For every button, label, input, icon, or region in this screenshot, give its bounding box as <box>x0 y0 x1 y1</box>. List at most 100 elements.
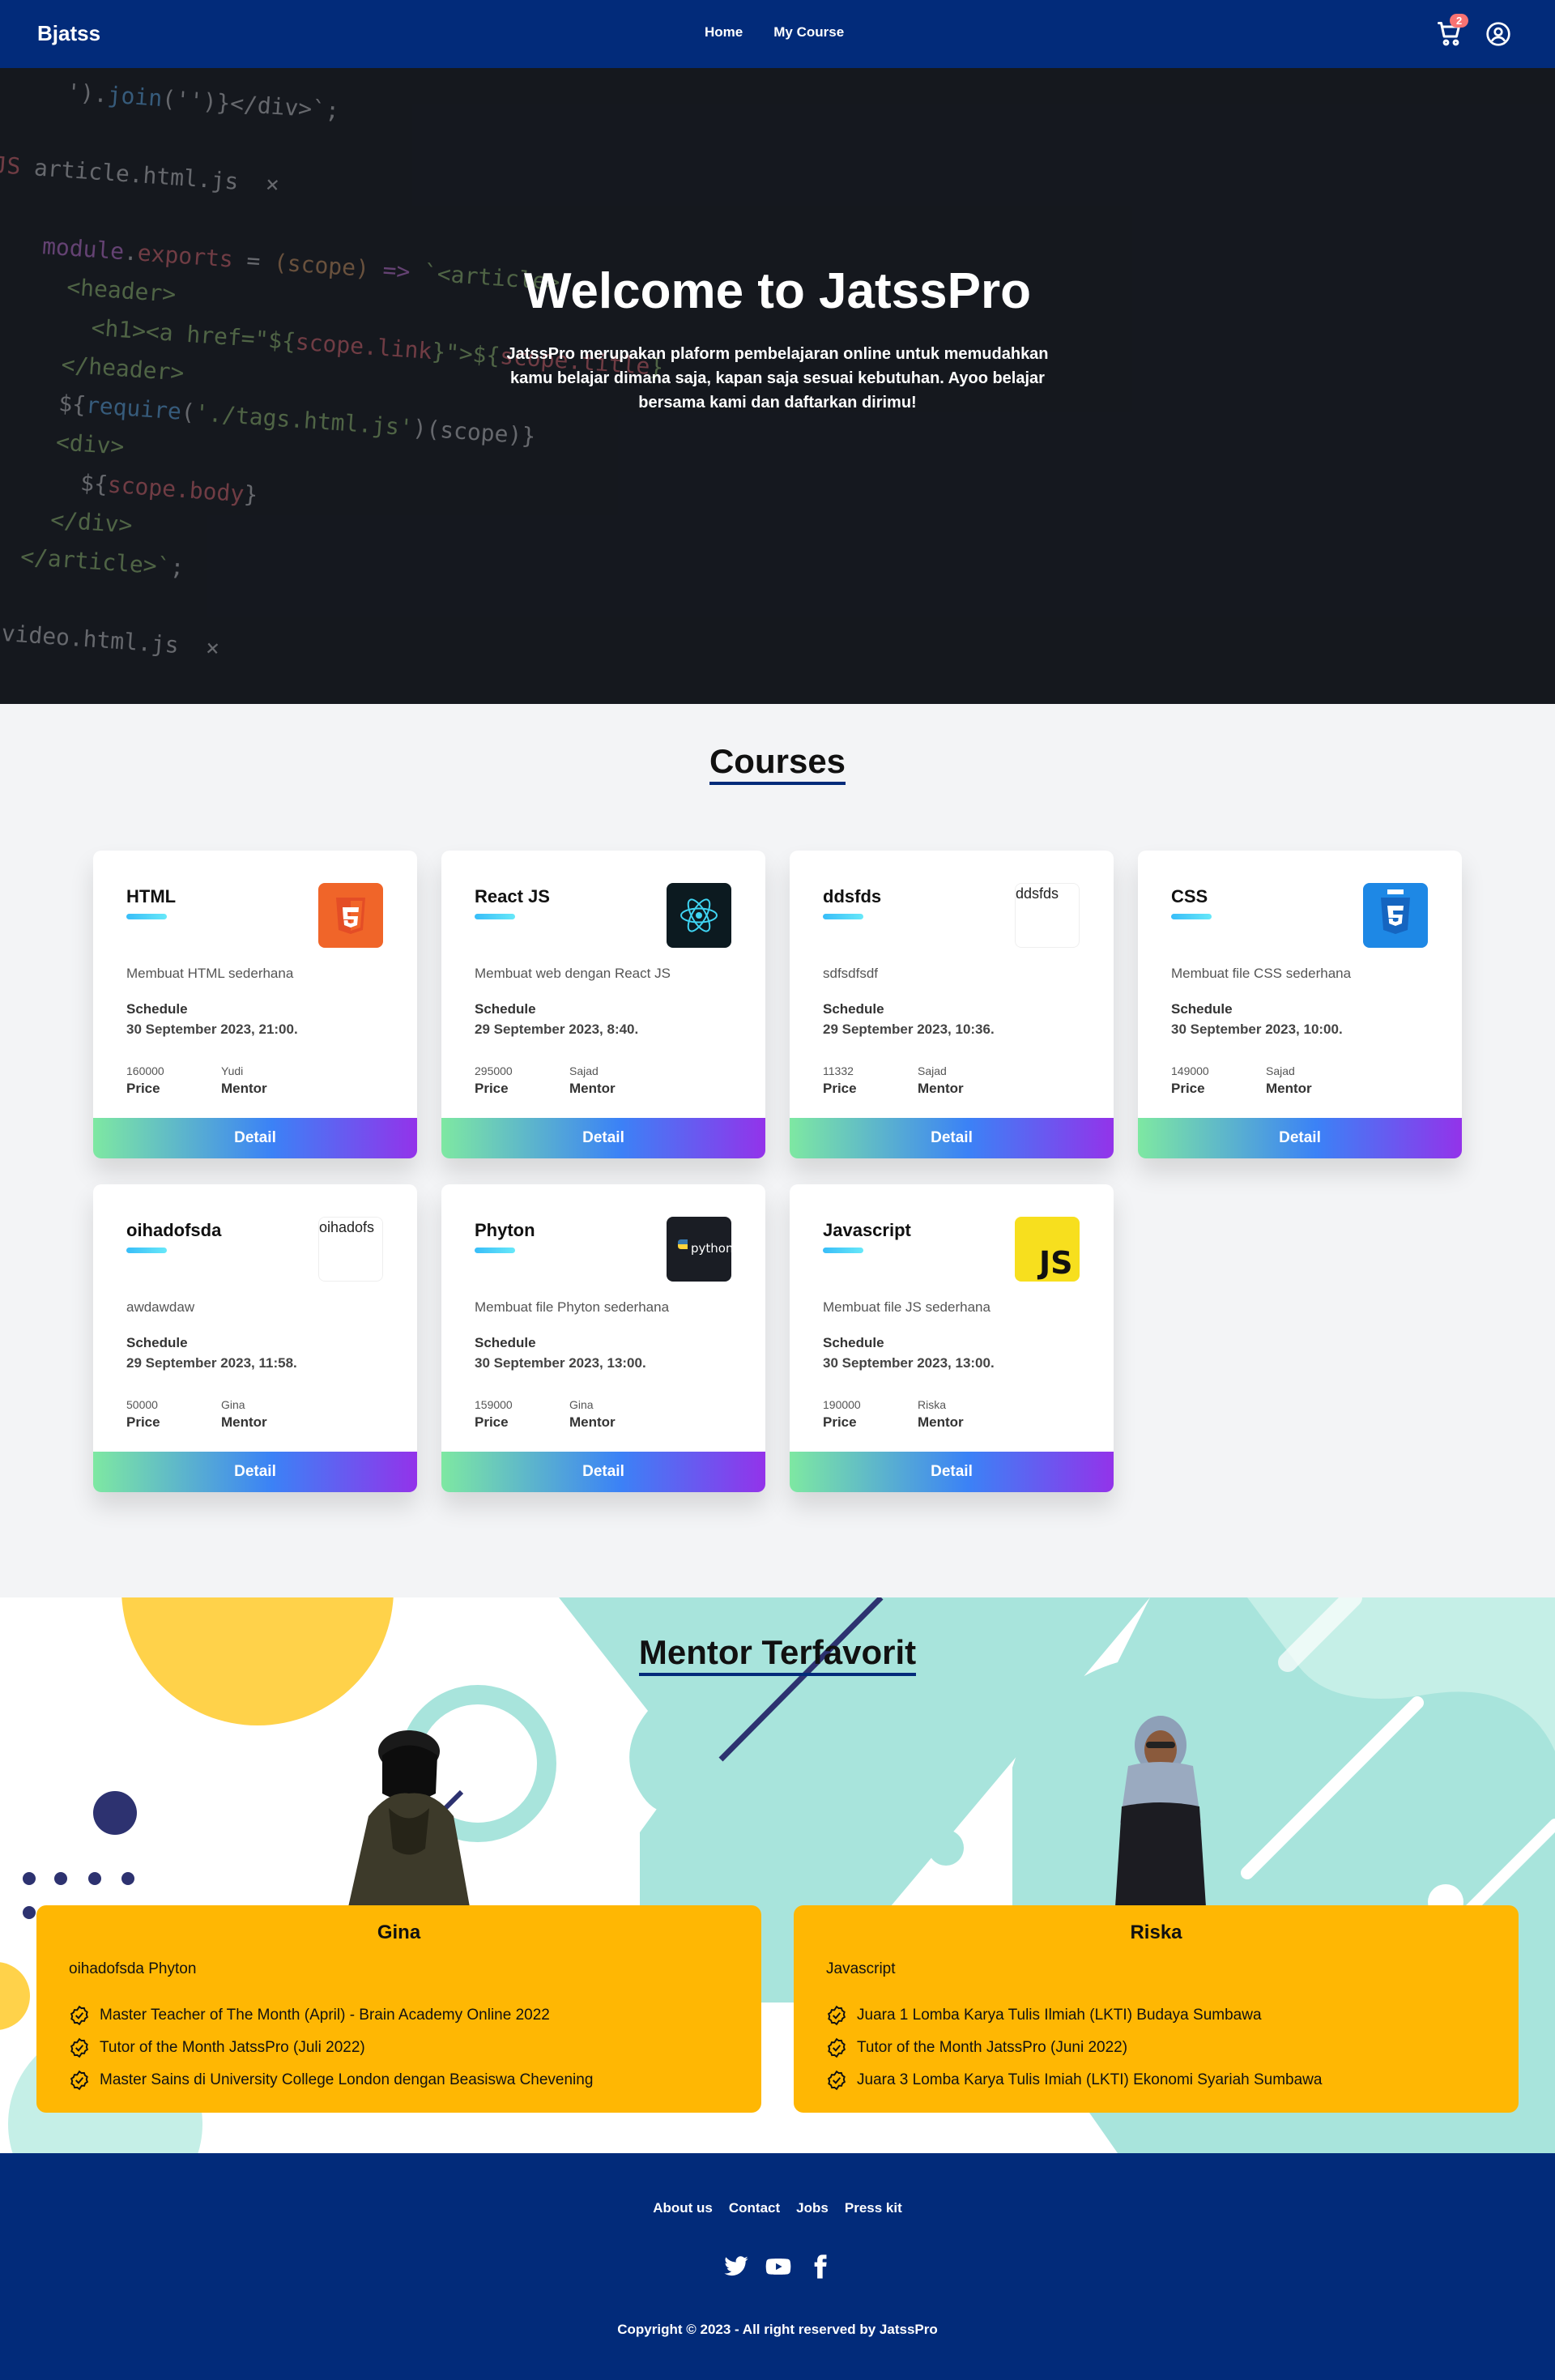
check-badge-icon <box>827 2005 846 2026</box>
price-label: Price <box>823 1414 857 1430</box>
nav-my-course-link[interactable]: My Course <box>773 24 844 41</box>
price-label: Price <box>475 1081 509 1096</box>
mentor-value: Riska <box>918 1398 947 1411</box>
detail-button[interactable]: Detail <box>93 1452 417 1492</box>
title-underline <box>126 1248 167 1253</box>
course-description: awdawdaw <box>126 1299 195 1315</box>
course-card: Javascript JS Membuat file JS sederhana … <box>790 1184 1114 1492</box>
price-label: Price <box>823 1081 857 1096</box>
price-label: Price <box>126 1414 160 1430</box>
course-title: React JS <box>475 886 550 906</box>
schedule-value: 30 September 2023, 21:00. <box>126 1022 298 1037</box>
facebook-icon[interactable] <box>807 2254 833 2280</box>
thumbnail-alt-text: ddsfds <box>1016 885 1059 902</box>
schedule-label: Schedule <box>126 1001 188 1017</box>
course-description: Membuat file CSS sederhana <box>1171 966 1352 981</box>
title-underline <box>475 1248 515 1253</box>
svg-text:python: python <box>691 1241 731 1256</box>
achievement-item: Juara 1 Lomba Karya Tulis Ilmiah (LKTI) … <box>826 1999 1322 2032</box>
achievement-text: Master Teacher of The Month (April) - Br… <box>100 2007 550 2024</box>
price-value: 160000 <box>126 1064 164 1077</box>
mentor-label: Mentor <box>569 1081 616 1096</box>
schedule-value: 29 September 2023, 11:58. <box>126 1355 297 1371</box>
detail-button[interactable]: Detail <box>1138 1118 1462 1158</box>
course-title: HTML <box>126 886 177 906</box>
course-thumbnail <box>1363 883 1428 948</box>
mentor-value: Sajad <box>569 1064 599 1077</box>
achievement-text: Tutor of the Month JatssPro (Juni 2022) <box>857 2039 1128 2056</box>
schedule-label: Schedule <box>823 1335 884 1350</box>
price-label: Price <box>126 1081 160 1096</box>
course-description: Membuat web dengan React JS <box>475 966 671 981</box>
mentor-label: Mentor <box>1266 1081 1312 1096</box>
mentor-section: Mentor Terfavorit Gina oihadofsda Phyton… <box>0 1597 1555 2153</box>
mentor-label: Mentor <box>569 1414 616 1430</box>
copyright-text: Copyright © 2023 - All right reserved by… <box>617 2322 938 2337</box>
course-thumbnail: JS <box>1015 1217 1080 1282</box>
nav-home-link[interactable]: Home <box>705 24 743 41</box>
mentor-value: Gina <box>221 1398 245 1411</box>
schedule-value: 29 September 2023, 10:36. <box>823 1022 995 1037</box>
price-label: Price <box>1171 1081 1205 1096</box>
user-circle-icon[interactable] <box>1485 21 1511 47</box>
course-title: Phyton <box>475 1220 535 1240</box>
mentor-achievements: Master Teacher of The Month (April) - Br… <box>69 1999 593 2096</box>
courses-heading-text: Courses <box>709 742 846 785</box>
twitter-icon[interactable] <box>723 2254 749 2280</box>
course-thumbnail <box>667 883 731 948</box>
mentor-name: Gina <box>377 1921 421 1943</box>
achievement-item: Tutor of the Month JatssPro (Juli 2022) <box>69 2032 593 2064</box>
brand-logo[interactable]: Bjatss <box>37 21 100 46</box>
footer-link-about[interactable]: About us <box>653 2200 713 2216</box>
schedule-value: 29 September 2023, 8:40. <box>475 1022 639 1037</box>
youtube-icon[interactable] <box>765 2254 791 2280</box>
mentor-courses: oihadofsda Phyton <box>69 1960 197 1977</box>
title-underline <box>126 914 167 919</box>
course-card: HTML Membuat HTML sederhana Schedule 30 … <box>93 851 417 1158</box>
svg-text:JS: JS <box>1037 1245 1073 1281</box>
course-card: Phyton python Membuat file Phyton sederh… <box>441 1184 765 1492</box>
price-value: 149000 <box>1171 1064 1209 1077</box>
course-title: Javascript <box>823 1220 911 1240</box>
course-card: oihadofsda oihadofs awdawdaw Schedule 29… <box>93 1184 417 1492</box>
schedule-value: 30 September 2023, 10:00. <box>1171 1022 1343 1037</box>
detail-button[interactable]: Detail <box>441 1452 765 1492</box>
title-underline <box>823 1248 863 1253</box>
mentor-value: Sajad <box>918 1064 947 1077</box>
price-value: 159000 <box>475 1398 513 1411</box>
footer-link-press-kit[interactable]: Press kit <box>845 2200 902 2216</box>
title-underline <box>475 914 515 919</box>
course-card: React JS Membuat web dengan React JS Sch… <box>441 851 765 1158</box>
detail-button[interactable]: Detail <box>93 1118 417 1158</box>
course-thumbnail-broken: oihadofs <box>318 1217 383 1282</box>
detail-button[interactable]: Detail <box>790 1452 1114 1492</box>
detail-button[interactable]: Detail <box>790 1118 1114 1158</box>
footer-link-contact[interactable]: Contact <box>729 2200 780 2216</box>
thumbnail-alt-text: oihadofs <box>319 1219 375 1235</box>
course-description: Membuat HTML sederhana <box>126 966 294 981</box>
title-underline <box>823 914 863 919</box>
mentor-courses: Javascript <box>826 1960 896 1977</box>
schedule-label: Schedule <box>126 1335 188 1350</box>
price-label: Price <box>475 1414 509 1430</box>
mentor-label: Mentor <box>918 1081 964 1096</box>
footer-link-jobs[interactable]: Jobs <box>796 2200 829 2216</box>
hero-description: JatssPro merupakan plaform pembelajaran … <box>506 345 1049 412</box>
detail-button[interactable]: Detail <box>441 1118 765 1158</box>
achievement-text: Juara 1 Lomba Karya Tulis Ilmiah (LKTI) … <box>857 2007 1262 2024</box>
achievement-item: Master Teacher of The Month (April) - Br… <box>69 1999 593 2032</box>
mentor-achievements: Juara 1 Lomba Karya Tulis Ilmiah (LKTI) … <box>826 1999 1322 2096</box>
mentor-photo-gina <box>348 1730 470 1907</box>
price-value: 50000 <box>126 1398 158 1411</box>
mentor-label: Mentor <box>221 1414 267 1430</box>
schedule-label: Schedule <box>475 1335 536 1350</box>
mentor-label: Mentor <box>918 1414 964 1430</box>
navbar: Bjatss Home My Course 2 <box>0 0 1555 68</box>
course-title: CSS <box>1171 886 1208 906</box>
course-description: Membuat file Phyton sederhana <box>475 1299 670 1315</box>
mentor-card-riska: Riska Javascript Juara 1 Lomba Karya Tul… <box>794 1905 1519 2113</box>
footer-links: About us Contact Jobs Press kit <box>0 2200 1555 2216</box>
schedule-label: Schedule <box>823 1001 884 1017</box>
course-description: sdfsdfsdf <box>823 966 879 981</box>
schedule-value: 30 September 2023, 13:00. <box>475 1355 646 1371</box>
